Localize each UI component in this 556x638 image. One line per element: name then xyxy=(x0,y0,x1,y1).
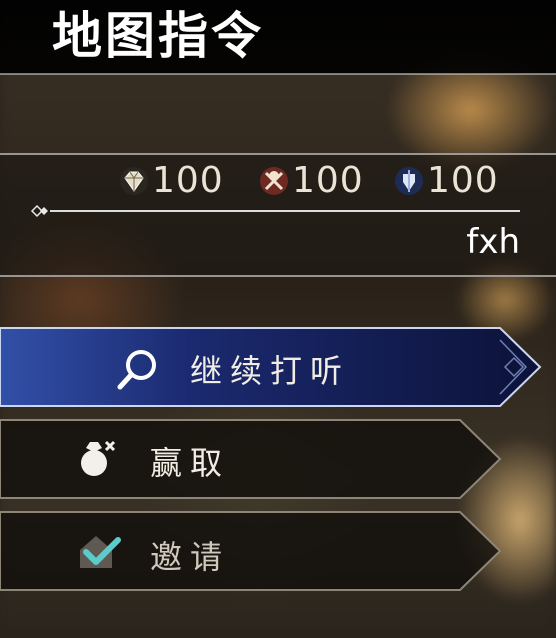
resource-shield-value: 100 xyxy=(427,160,499,201)
magnifier-icon xyxy=(117,350,156,390)
title-bar: 地图指令 xyxy=(0,0,556,74)
player-name: fxh xyxy=(466,222,520,262)
resource-swords: 100 xyxy=(258,160,364,201)
continue-inquiry-label: 继续打听 xyxy=(190,352,351,390)
continue-inquiry-button[interactable]: 继续打听 xyxy=(0,326,542,408)
win-label: 赢取 xyxy=(150,444,231,482)
resource-shield: 100 xyxy=(393,160,499,201)
invite-button[interactable]: 邀请 xyxy=(0,510,540,592)
resource-gem: 100 xyxy=(118,160,224,201)
winged-shield-crest-icon xyxy=(395,166,423,195)
crossed-swords-crest-icon xyxy=(260,166,288,195)
win-button[interactable]: 赢取 xyxy=(0,418,540,500)
gem-crest-icon xyxy=(120,166,148,195)
invite-label: 邀请 xyxy=(150,538,231,576)
title-divider xyxy=(0,73,556,75)
house-check-icon xyxy=(80,536,121,568)
money-bag-icon xyxy=(81,440,116,476)
ornamental-divider xyxy=(30,204,520,218)
resource-gem-value: 100 xyxy=(152,160,224,201)
page-title: 地图指令 xyxy=(52,7,264,65)
resource-swords-value: 100 xyxy=(292,160,364,201)
